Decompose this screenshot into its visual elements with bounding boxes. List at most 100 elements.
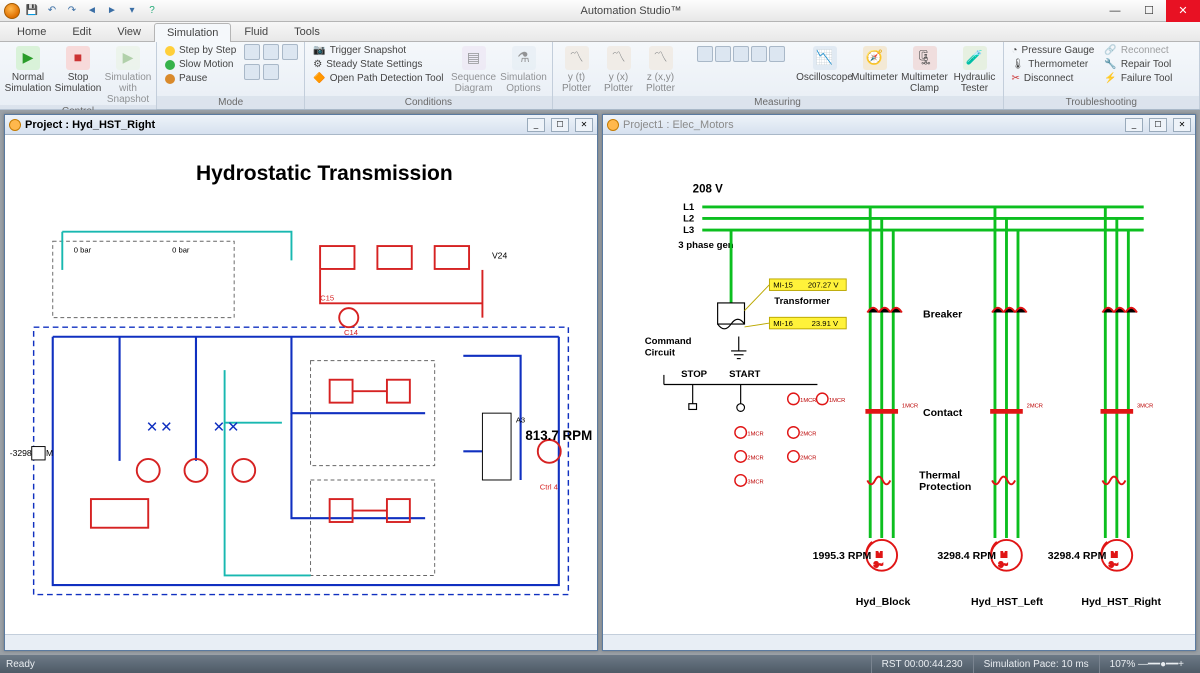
ribbon-group-troubleshooting: ◔Pressure Gauge 🌡Thermometer ✂Disconnect… [1004,42,1200,109]
document-right-titlebar: Project1 : Elec_Motors _ ☐ ✕ [603,115,1195,135]
tab-tools[interactable]: Tools [281,22,333,41]
qat-dropdown-icon[interactable]: ▾ [124,3,140,19]
tab-fluid[interactable]: Fluid [231,22,281,41]
svg-text:M: M [876,550,882,559]
status-rst: RST 00:00:44.230 [871,655,973,673]
qat-redo-icon[interactable]: ↷ [64,3,80,19]
minimize-button[interactable]: — [1098,0,1132,22]
gear-icon: ⚙ [313,59,322,70]
close-button[interactable]: ✕ [1166,0,1200,22]
normal-simulation-button[interactable]: ▶ Normal Simulation [6,44,50,94]
qat-fwd-icon[interactable]: ► [104,3,120,19]
ctrl4-label: Ctrl 4 [540,483,559,492]
ribbon-group-conditions: 📷Trigger Snapshot ⚙Steady State Settings… [305,42,552,109]
motorname2: Hyd_HST_Left [971,596,1044,608]
multimeter-button[interactable]: 🧭Multimeter [853,44,897,83]
sequence-label: Sequence Diagram [451,72,496,94]
slow-motion-button[interactable]: Slow Motion [163,58,238,71]
stop-label: STOP [681,369,708,380]
pressure-label: Pressure Gauge [1022,45,1095,56]
tab-edit[interactable]: Edit [59,22,104,41]
step-by-step-button[interactable]: Step by Step [163,44,238,57]
mode-opt1-icon[interactable] [244,44,260,60]
stop-icon: ■ [66,46,90,70]
mode-opt3-icon[interactable] [282,44,298,60]
svg-text:3~: 3~ [1109,560,1118,569]
failure-tool-button[interactable]: ⚡Failure Tool [1102,72,1174,85]
c15-label: C15 [320,293,334,302]
sequence-diagram-button[interactable]: ▤Sequence Diagram [452,44,496,94]
svg-text:2MCR: 2MCR [747,455,763,461]
mode-opt4-icon[interactable] [244,64,260,80]
yx-label: y (x) Plotter [604,72,633,94]
qat-help-icon[interactable]: ? [144,3,160,19]
bar-label-2: 0 bar [172,246,190,255]
simulation-options-button[interactable]: ⚗Simulation Options [502,44,546,94]
zxy-plotter-button[interactable]: 〽z (x,y) Plotter [643,44,679,94]
trigger-snapshot-button[interactable]: 📷Trigger Snapshot [311,44,445,57]
measure-opt3-icon[interactable] [733,46,749,62]
normal-simulation-label: Normal Simulation [5,72,52,94]
window-controls: — ☐ ✕ [1098,0,1200,22]
status-zoom[interactable]: 107% —━━●━━+ [1099,655,1194,673]
qat-save-icon[interactable]: 💾 [24,3,40,19]
measure-opt4-icon[interactable] [751,46,767,62]
step-icon [165,46,175,56]
maximize-button[interactable]: ☐ [1132,0,1166,22]
document-right: Project1 : Elec_Motors _ ☐ ✕ 208 V L1 L2… [602,114,1196,651]
ribbon-group-conditions-label: Conditions [305,96,551,109]
doc-right-min-button[interactable]: _ [1125,118,1143,132]
hydraulic-diagram-canvas[interactable]: Hydrostatic Transmission [5,135,597,634]
qat-back-icon[interactable]: ◄ [84,3,100,19]
mode-opt5-icon[interactable] [263,64,279,80]
pause-button[interactable]: Pause [163,72,238,85]
pause-label: Pause [179,73,207,84]
tab-simulation[interactable]: Simulation [154,23,231,42]
pressure-gauge-button[interactable]: ◔Pressure Gauge [1010,44,1097,57]
rpm-right: 813.7 RPM [525,428,592,443]
bolt-icon: ⚡ [1104,73,1116,84]
ribbon-group-control: ▶ Normal Simulation ■ Stop Simulation ▶ … [0,42,157,109]
measure-opt1-icon[interactable] [697,46,713,62]
doc-left-max-button[interactable]: ☐ [551,118,569,132]
repair-tool-button[interactable]: 🔧Repair Tool [1102,58,1174,71]
tab-home[interactable]: Home [4,22,59,41]
tab-view[interactable]: View [104,22,154,41]
oscilloscope-button[interactable]: 📉Oscilloscope [803,44,847,83]
status-pace: Simulation Pace: 10 ms [973,655,1099,673]
yx-plotter-button[interactable]: 〽y (x) Plotter [601,44,637,94]
app-title: Automation Studio™ [164,5,1098,17]
project-icon [607,119,619,131]
multimeter-clamp-button[interactable]: 🗜Multimeter Clamp [903,44,947,94]
path-icon: 🔶 [313,73,325,84]
zxy-label: z (x,y) Plotter [646,72,675,94]
workspace: Project : Hyd_HST_Right _ ☐ ✕ Hydrostati… [0,110,1200,655]
open-path-button[interactable]: 🔶Open Path Detection Tool [311,72,445,85]
svg-text:3~: 3~ [874,560,883,569]
reconnect-icon: 🔗 [1104,45,1116,56]
disconnect-button[interactable]: ✂Disconnect [1010,72,1097,85]
stop-simulation-button[interactable]: ■ Stop Simulation [56,44,100,94]
l2-label: L2 [683,213,694,224]
mode-opt2-icon[interactable] [263,44,279,60]
measure-opt5-icon[interactable] [769,46,785,62]
doc-left-close-button[interactable]: ✕ [575,118,593,132]
document-left-titlebar: Project : Hyd_HST_Right _ ☐ ✕ [5,115,597,135]
yt-plotter-button[interactable]: 〽y (t) Plotter [559,44,595,94]
steady-state-button[interactable]: ⚙Steady State Settings [311,58,445,71]
sequence-icon: ▤ [462,46,486,70]
statusbar: Ready RST 00:00:44.230 Simulation Pace: … [0,655,1200,673]
reconnect-button[interactable]: 🔗Reconnect [1102,44,1174,57]
rpm2: 3298.4 RPM [937,550,996,562]
thermometer-button[interactable]: 🌡Thermometer [1010,58,1097,71]
measure-opt2-icon[interactable] [715,46,731,62]
doc-right-max-button[interactable]: ☐ [1149,118,1167,132]
svg-text:2MCR: 2MCR [1027,404,1043,410]
qat-undo-icon[interactable]: ↶ [44,3,60,19]
hydraulic-tester-button[interactable]: 🧪Hydraulic Tester [953,44,997,94]
electrical-diagram-canvas[interactable]: 208 V L1 L2 L3 3 phase gen [603,135,1195,634]
simulation-snapshot-button[interactable]: ▶ Simulation with Snapshot [106,44,150,105]
svg-text:1MCR: 1MCR [829,398,845,404]
doc-right-close-button[interactable]: ✕ [1173,118,1191,132]
doc-left-min-button[interactable]: _ [527,118,545,132]
